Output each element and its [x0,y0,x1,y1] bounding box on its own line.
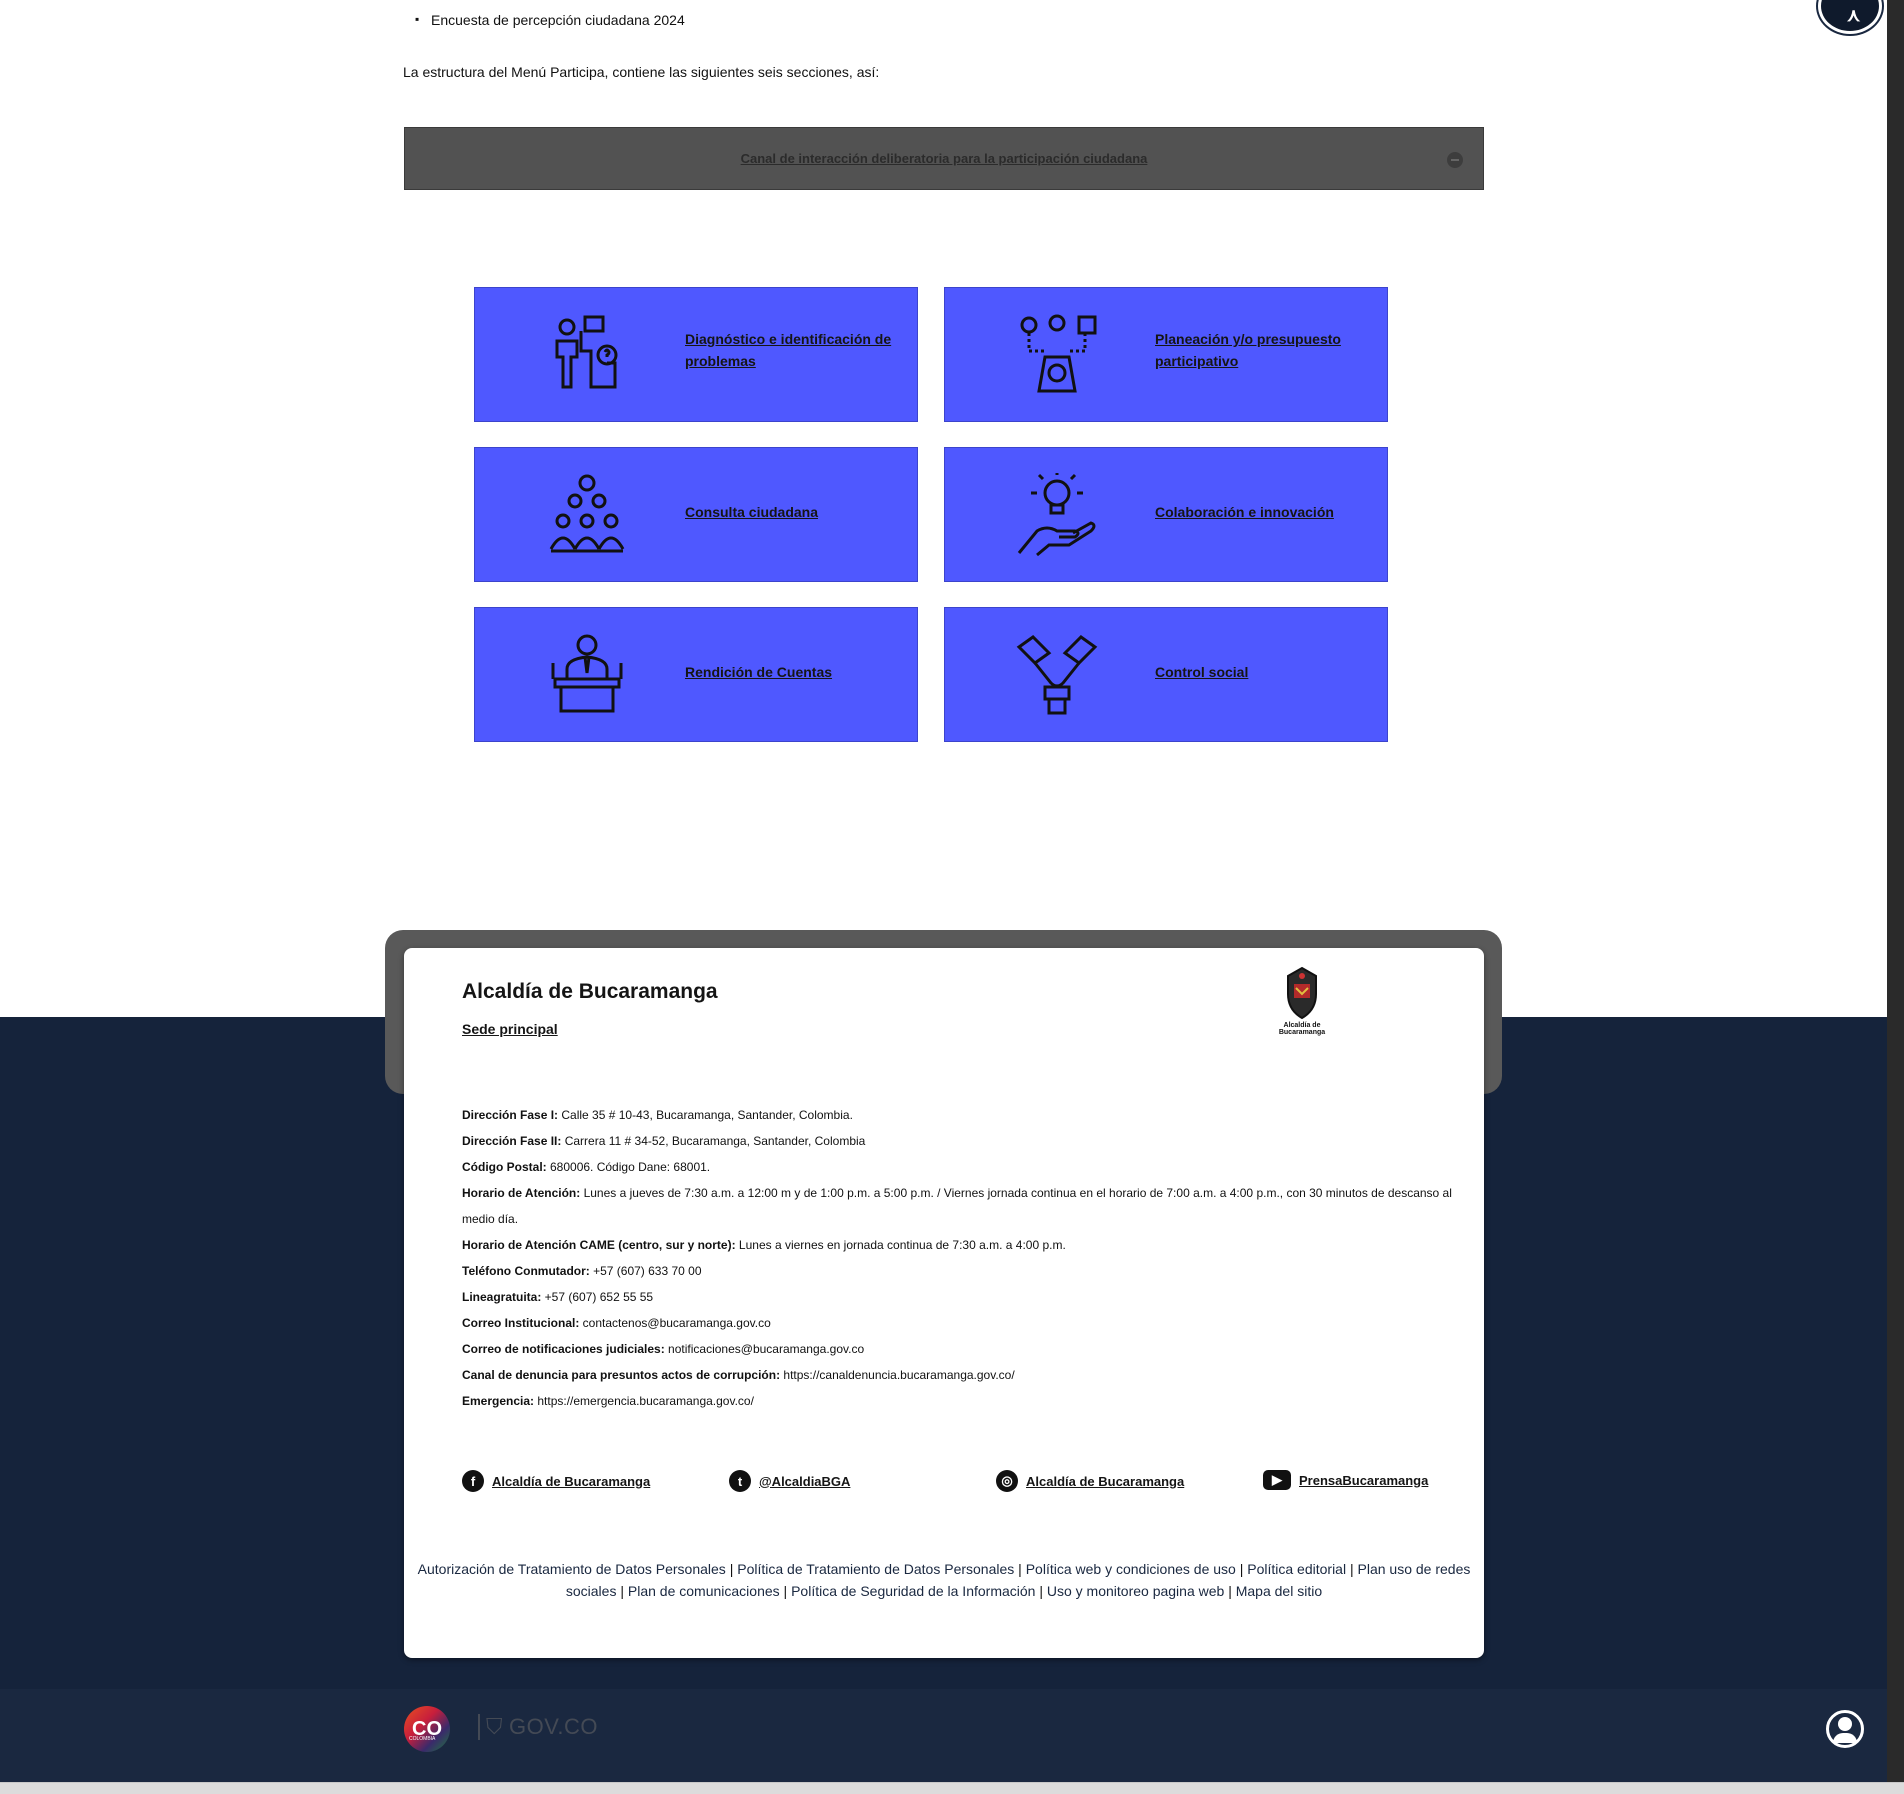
org-title: Alcaldía de Bucaramanga [462,980,718,1003]
colombia-logo[interactable]: CO [404,1706,450,1752]
speaker-podium-icon [551,634,623,713]
tile-planeacion[interactable]: Planeación y/o presupuesto participativo [944,287,1388,422]
policy-link[interactable]: Política web y condiciones de uso [1026,1561,1236,1577]
intro-text: La estructura del Menú Participa, contie… [403,64,880,80]
lightbulb-hand-icon [1017,473,1096,557]
colombia-sublabel: COLOMBIA [409,1736,436,1742]
info-line: Horario de Atención CAME (centro, sur y … [462,1238,1066,1252]
accessibility-button[interactable]: ⋏ [1818,0,1882,34]
list-item: Encuesta de percepción ciudadana 2024 [415,12,685,28]
info-line: Dirección Fase I: Calle 35 # 10-43, Buca… [462,1108,853,1122]
handshake-icon [1016,635,1098,715]
policy-link[interactable]: Política de Tratamiento de Datos Persona… [737,1561,1014,1577]
budget-planning-icon [1020,314,1097,393]
social-youtube[interactable]: ▶ PrensaBucaramanga [1263,1470,1428,1490]
social-link[interactable]: Alcaldía de Bucaramanga [492,1474,650,1489]
social-link[interactable]: PrensaBucaramanga [1299,1473,1428,1488]
info-line: Correo de notificaciones judiciales: not… [462,1342,865,1356]
alcaldia-logo: Alcaldía de Bucaramanga [1279,966,1325,1036]
accordion-title-link[interactable]: Canal de interacción deliberatoria para … [741,151,1148,166]
tile-label[interactable]: Control social [1155,661,1365,683]
tile-label[interactable]: Colaboración e innovación [1155,501,1365,523]
tile-colaboracion[interactable]: Colaboración e innovación [944,447,1388,582]
info-line: Código Postal: 680006. Código Dane: 6800… [462,1160,711,1174]
gov-bottom-bar [0,1689,1887,1782]
problem-solving-icon [555,315,618,389]
policy-link[interactable]: Política de Seguridad de la Información [791,1583,1035,1599]
people-group-icon [549,474,625,553]
tile-control-social[interactable]: Control social [944,607,1388,742]
social-facebook[interactable]: f Alcaldía de Bucaramanga [462,1470,650,1492]
policy-links: Autorización de Tratamiento de Datos Per… [417,1561,1471,1599]
twitter-icon: t [729,1470,751,1492]
policy-link[interactable]: Autorización de Tratamiento de Datos Per… [418,1561,726,1577]
youtube-icon: ▶ [1263,1470,1291,1490]
tile-label[interactable]: Diagnóstico e identificación de problema… [685,328,895,372]
tile-label[interactable]: Consulta ciudadana [685,501,895,523]
social-links: f Alcaldía de Bucaramanga t @AlcaldiaBGA… [462,1470,1462,1500]
tile-consulta[interactable]: Consulta ciudadana [474,447,918,582]
govco-logo[interactable]: ⛉ GOV.CO [478,1714,598,1740]
tile-label[interactable]: Planeación y/o presupuesto participativo [1155,328,1365,372]
policy-link[interactable]: Uso y monitoreo pagina web [1047,1583,1224,1599]
horizontal-scrollbar[interactable] [0,1782,1904,1794]
footer-card: Alcaldía de Bucaramanga Sede principal A… [404,948,1484,1658]
policy-link[interactable]: Política editorial [1247,1561,1346,1577]
instagram-icon: ◎ [996,1470,1018,1492]
accessibility-icon: ⋏ [1847,5,1861,25]
collapse-icon[interactable] [1447,152,1463,168]
divider [478,1714,480,1740]
info-line: Canal de denuncia para presuntos actos d… [462,1368,1015,1382]
info-line: Horario de Atención: Lunes a jueves de 7… [462,1186,1452,1226]
social-twitter[interactable]: t @AlcaldiaBGA [729,1470,850,1492]
social-link[interactable]: @AlcaldiaBGA [759,1474,850,1489]
accordion-header[interactable]: Canal de interacción deliberatoria para … [404,127,1484,190]
policy-link[interactable]: Mapa del sitio [1236,1583,1322,1599]
sede-principal-link[interactable]: Sede principal [462,1021,558,1037]
svg-text:Bucaramanga: Bucaramanga [1279,1029,1325,1036]
contact-info: Dirección Fase I: Calle 35 # 10-43, Buca… [462,1102,1462,1414]
info-line: Correo Institucional: contactenos@bucara… [462,1316,771,1330]
social-link[interactable]: Alcaldía de Bucaramanga [1026,1474,1184,1489]
vertical-scrollbar[interactable] [1887,0,1904,1794]
policy-link[interactable]: Plan de comunicaciones [628,1583,780,1599]
shield-icon: ⛉ [486,1714,504,1739]
facebook-icon: f [462,1470,484,1492]
tile-diagnostico[interactable]: Diagnóstico e identificación de problema… [474,287,918,422]
user-icon[interactable] [1826,1710,1864,1748]
info-line: Lineagratuita: +57 (607) 652 55 55 [462,1290,654,1304]
tile-label[interactable]: Rendición de Cuentas [685,661,895,683]
info-line: Emergencia: https://emergencia.bucaraman… [462,1394,754,1408]
info-line: Dirección Fase II: Carrera 11 # 34-52, B… [462,1134,866,1148]
info-line: Teléfono Conmutador: +57 (607) 633 70 00 [462,1264,702,1278]
social-instagram[interactable]: ◎ Alcaldía de Bucaramanga [996,1470,1184,1492]
tile-rendicion[interactable]: Rendición de Cuentas [474,607,918,742]
svg-text:Alcaldía de: Alcaldía de [1284,1022,1321,1029]
